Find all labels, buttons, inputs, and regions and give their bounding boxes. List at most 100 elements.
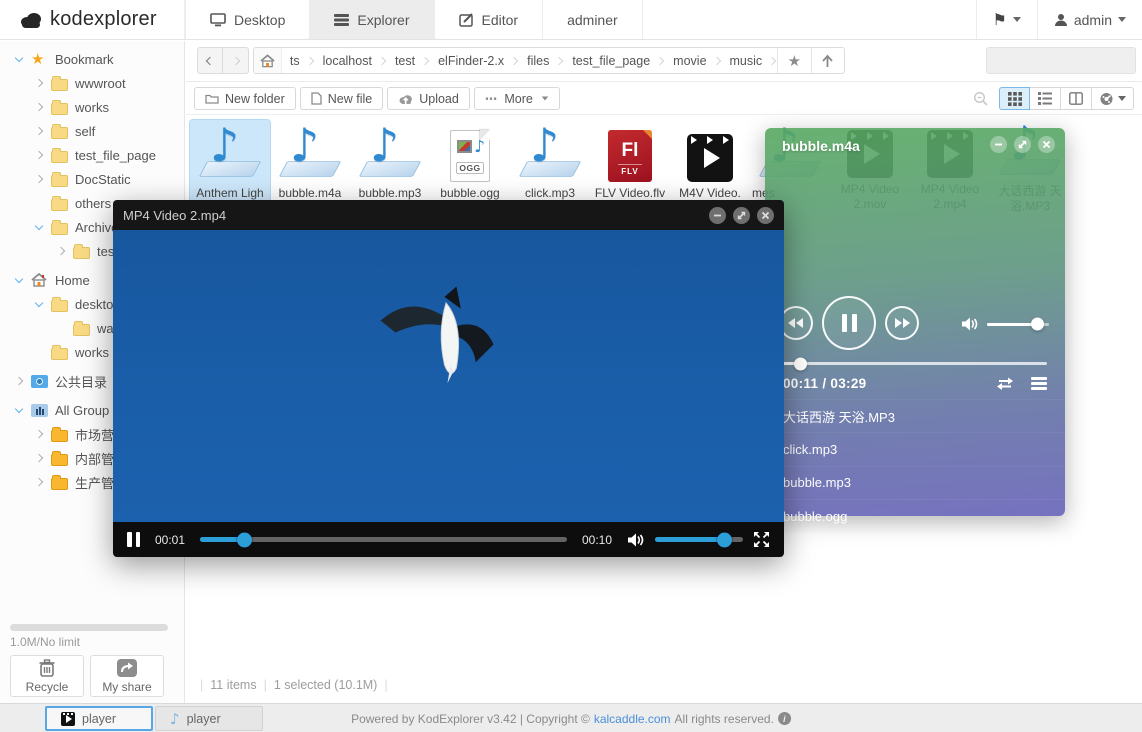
sidebar-item-wwwroot[interactable]: wwwroot xyxy=(0,71,184,95)
repeat-icon[interactable] xyxy=(995,376,1015,391)
fullscreen-icon[interactable] xyxy=(753,531,770,548)
breadcrumb-segment[interactable]: test_file_page xyxy=(564,48,665,73)
breadcrumb-segment[interactable]: ts xyxy=(282,48,315,73)
volume-icon[interactable] xyxy=(961,316,979,332)
taskbar-audio-player-button[interactable]: ♪ player xyxy=(155,706,263,731)
playlist-menu-icon[interactable] xyxy=(1031,377,1047,390)
footer-link[interactable]: kalcaddle.com xyxy=(594,712,671,726)
address-bar-row: ts localhost test elFinder-2.x files tes… xyxy=(186,41,1142,82)
playlist-item[interactable]: bubble.ogg xyxy=(765,499,1065,532)
file-item[interactable]: ♪ click.mp3 xyxy=(510,120,590,212)
breadcrumb-segment[interactable]: elFinder-2.x xyxy=(430,48,519,73)
chevron-down-icon[interactable] xyxy=(15,404,23,412)
next-track-button[interactable] xyxy=(885,306,919,340)
progress-knob[interactable] xyxy=(794,357,807,370)
chevron-right-icon[interactable] xyxy=(35,430,43,438)
sidebar-item-test-file-page[interactable]: test_file_page xyxy=(0,143,184,167)
tab-explorer[interactable]: Explorer xyxy=(310,0,434,39)
recycle-button[interactable]: Recycle xyxy=(10,655,84,697)
sidebar-item-works[interactable]: works xyxy=(0,95,184,119)
file-item[interactable]: M4V Video. xyxy=(670,120,750,212)
playlist-item[interactable]: Anthem Lights - Stranger.mp3 xyxy=(765,566,1065,599)
playlist-item-active[interactable]: bubble.m4a xyxy=(765,533,1065,566)
sidebar-item-docstatic[interactable]: DocStatic xyxy=(0,167,184,191)
playlist-item[interactable]: click.mp3 xyxy=(765,432,1065,465)
chevron-right-icon[interactable] xyxy=(35,478,43,486)
breadcrumb-segment[interactable]: music xyxy=(722,48,778,73)
breadcrumb-segment[interactable]: localhost xyxy=(315,48,387,73)
chevron-down-icon[interactable] xyxy=(35,221,43,229)
tab-adminer[interactable]: adminer xyxy=(543,0,643,39)
list-view-icon xyxy=(1038,92,1052,105)
sidebar-item-self[interactable]: self xyxy=(0,119,184,143)
search-input[interactable] xyxy=(987,54,1142,68)
language-menu[interactable]: ⚑ xyxy=(976,0,1037,39)
maximize-button[interactable] xyxy=(1014,136,1031,153)
minimize-button[interactable] xyxy=(990,136,1007,153)
video-volume-slider[interactable] xyxy=(655,537,743,542)
taskbar-video-player-button[interactable]: player xyxy=(45,706,153,731)
playlist-item[interactable]: bubble.mp3 xyxy=(765,466,1065,499)
chevron-right-icon[interactable] xyxy=(35,175,43,183)
video-volume-icon[interactable] xyxy=(627,532,645,548)
view-list-button[interactable] xyxy=(1030,87,1061,110)
zoom-icon[interactable] xyxy=(973,91,989,107)
video-title-bar[interactable]: MP4 Video 2.mp4 xyxy=(113,200,784,230)
chevron-right-icon[interactable] xyxy=(57,247,65,255)
up-directory-button[interactable] xyxy=(811,48,844,73)
video-pause-button[interactable] xyxy=(127,532,140,547)
previous-track-button[interactable] xyxy=(779,306,813,340)
chevron-right-icon[interactable] xyxy=(35,151,43,159)
video-viewport[interactable] xyxy=(113,230,784,522)
new-folder-button[interactable]: New folder xyxy=(194,87,296,110)
view-grid-button[interactable] xyxy=(999,87,1030,110)
audio-progress-bar[interactable] xyxy=(783,362,1047,365)
video-progress-knob[interactable] xyxy=(237,532,252,547)
new-folder-label: New folder xyxy=(225,92,285,106)
chevron-right-icon[interactable] xyxy=(35,454,43,462)
forward-button[interactable] xyxy=(223,47,249,74)
video-volume-knob[interactable] xyxy=(717,532,732,547)
breadcrumb-segment[interactable]: movie xyxy=(665,48,721,73)
file-item[interactable]: ♪ bubble.mp3 xyxy=(350,120,430,212)
breadcrumb-segment[interactable]: test xyxy=(387,48,430,73)
playlist-item[interactable]: 大话西游 天浴.MP3 xyxy=(765,399,1065,432)
minimize-button[interactable] xyxy=(709,207,726,224)
file-item[interactable]: FlFLV FLV Video.flv xyxy=(590,120,670,212)
breadcrumb-home-button[interactable] xyxy=(254,48,282,73)
info-icon[interactable]: i xyxy=(778,712,791,725)
file-item[interactable]: ♪ bubble.m4a xyxy=(270,120,350,212)
user-menu[interactable]: admin xyxy=(1037,0,1142,39)
my-share-button[interactable]: My share xyxy=(90,655,164,697)
close-button[interactable] xyxy=(757,207,774,224)
theme-button[interactable] xyxy=(1092,87,1134,110)
chevron-right-icon[interactable] xyxy=(35,79,43,87)
chevron-down-icon[interactable] xyxy=(15,53,23,61)
chevron-right-icon[interactable] xyxy=(15,377,23,385)
new-file-button[interactable]: New file xyxy=(300,87,383,110)
chevron-right-icon[interactable] xyxy=(35,127,43,135)
chevron-down-icon[interactable] xyxy=(35,298,43,306)
tab-editor[interactable]: Editor xyxy=(435,0,544,39)
back-button[interactable] xyxy=(197,47,223,74)
breadcrumb-segment[interactable]: files xyxy=(519,48,564,73)
close-button[interactable] xyxy=(1038,136,1055,153)
search-box xyxy=(986,47,1136,74)
maximize-button[interactable] xyxy=(733,207,750,224)
file-item[interactable]: ♪OGG bubble.ogg xyxy=(430,120,510,212)
chevron-down-icon[interactable] xyxy=(15,274,23,282)
favorite-path-button[interactable]: ★ xyxy=(777,48,810,73)
file-item[interactable]: ♪ Anthem Ligh xyxy=(190,120,270,212)
upload-button[interactable]: Upload xyxy=(387,87,470,110)
pause-button[interactable] xyxy=(822,296,876,350)
volume-slider[interactable] xyxy=(987,323,1049,326)
app-logo[interactable]: kodexplorer xyxy=(0,0,185,39)
sidebar-item-bookmark[interactable]: ★Bookmark xyxy=(0,47,184,71)
more-button[interactable]: ⋯ More xyxy=(474,87,560,110)
video-progress-bar[interactable] xyxy=(200,537,567,542)
folder-outline-icon xyxy=(205,93,219,104)
volume-knob[interactable] xyxy=(1031,318,1044,331)
view-columns-button[interactable] xyxy=(1061,87,1092,110)
tab-desktop[interactable]: Desktop xyxy=(185,0,310,39)
chevron-right-icon[interactable] xyxy=(35,103,43,111)
